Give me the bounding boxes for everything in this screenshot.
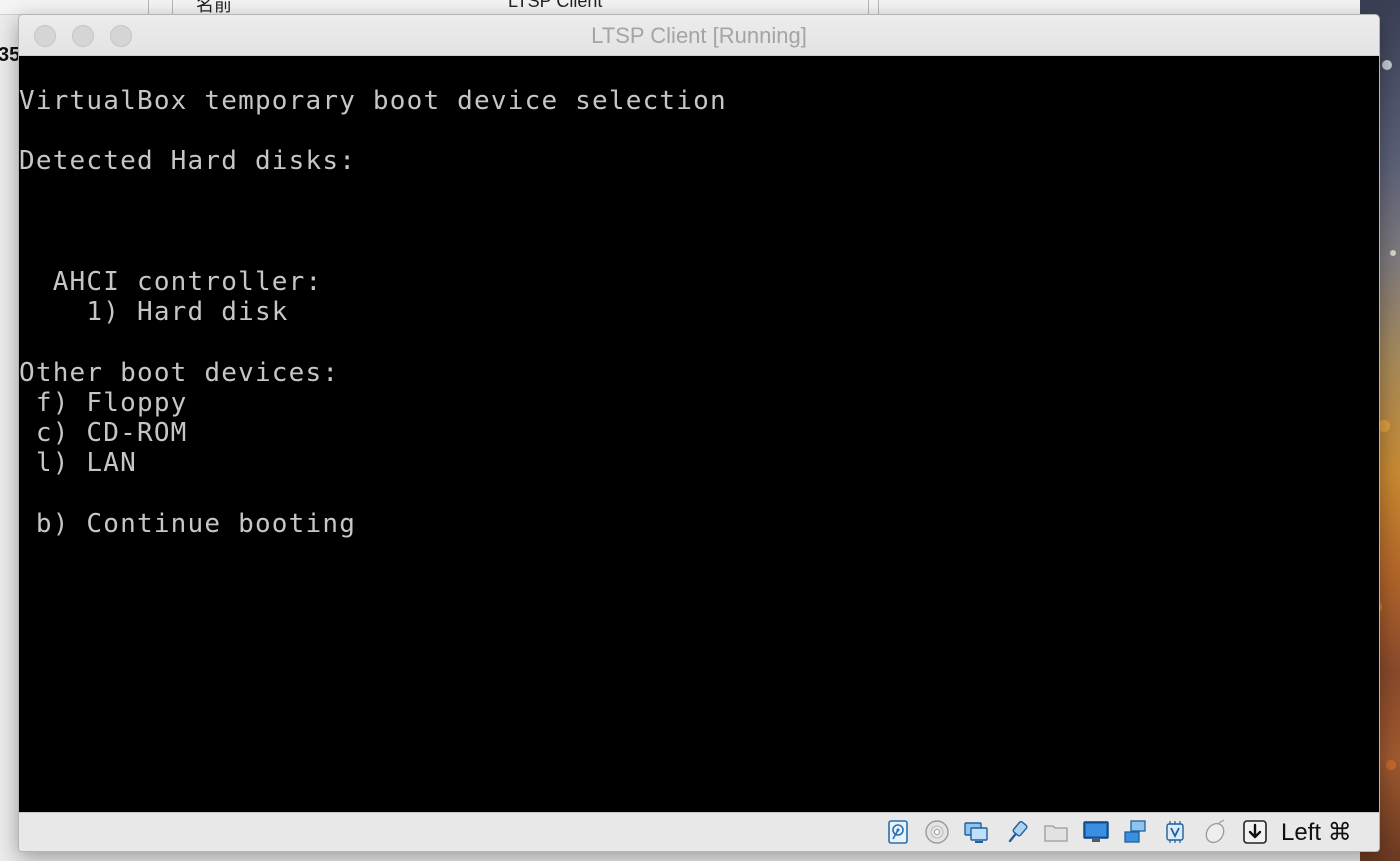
usb-icon[interactable]	[1004, 819, 1030, 845]
boot-option-continue[interactable]: b) Continue booting	[19, 509, 356, 539]
mouse-integration-icon[interactable]	[1202, 819, 1228, 845]
column-divider	[878, 0, 879, 14]
window-titlebar[interactable]: LTSP Client [Running]	[19, 15, 1379, 56]
shared-folders-icon[interactable]	[1043, 819, 1069, 845]
vm-window: LTSP Client [Running] VirtualBox tempora…	[18, 14, 1380, 852]
network-icon[interactable]	[1122, 819, 1148, 845]
window-title: LTSP Client [Running]	[591, 23, 807, 48]
column-divider	[868, 0, 869, 14]
boot-menu-heading: VirtualBox temporary boot device selecti…	[19, 86, 727, 116]
boot-option-cdrom[interactable]: c) CD-ROM	[19, 418, 188, 448]
wallpaper-detail	[1386, 760, 1396, 770]
keyboard-capture-icon[interactable]	[1242, 819, 1268, 845]
optical-drive-icon[interactable]	[924, 819, 950, 845]
column-divider	[148, 0, 149, 14]
ahci-controller-label: AHCI controller:	[19, 267, 323, 297]
background-table-header: 名前 LTSP Client	[0, 0, 1360, 15]
background-row-name: LTSP Client	[508, 0, 603, 11]
host-key-label[interactable]: Left ⌘	[1281, 819, 1352, 847]
boot-option-floppy[interactable]: f) Floppy	[19, 388, 188, 418]
boot-option-lan[interactable]: l) LAN	[19, 448, 137, 478]
wallpaper-detail	[1390, 250, 1396, 256]
video-capture-icon[interactable]	[1162, 819, 1188, 845]
wallpaper-detail	[1382, 60, 1392, 70]
vm-console-screen[interactable]: VirtualBox temporary boot device selecti…	[19, 56, 1379, 812]
other-boot-devices-label: Other boot devices:	[19, 358, 340, 388]
display-icon[interactable]	[1083, 819, 1109, 845]
boot-option-hard-disk[interactable]: 1) Hard disk	[19, 297, 289, 327]
column-divider	[172, 0, 173, 14]
hard-disk-icon[interactable]	[885, 819, 911, 845]
detected-hard-disks-label: Detected Hard disks:	[19, 146, 357, 176]
background-column-label: 名前	[196, 0, 232, 15]
audio-icon[interactable]	[963, 819, 989, 845]
vm-status-bar: Left ⌘	[19, 812, 1379, 851]
